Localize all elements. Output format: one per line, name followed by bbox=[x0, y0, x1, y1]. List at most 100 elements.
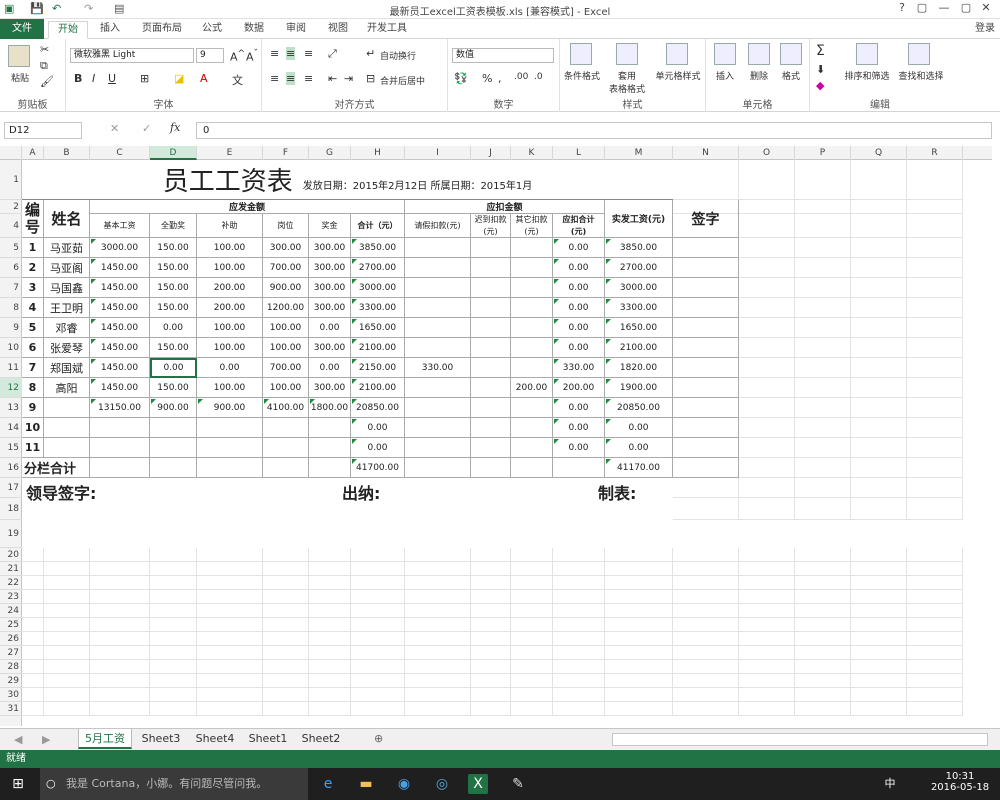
employee-name[interactable]: 郑国斌 bbox=[44, 358, 90, 378]
data-cell[interactable]: 0.00 bbox=[553, 278, 605, 298]
data-cell[interactable]: 150.00 bbox=[150, 258, 197, 278]
excel-taskbar-icon[interactable]: X bbox=[468, 774, 488, 794]
row-header-14[interactable]: 14 bbox=[0, 418, 22, 438]
data-cell[interactable] bbox=[405, 318, 471, 338]
grid-cell[interactable] bbox=[405, 674, 471, 688]
grid-cell[interactable] bbox=[553, 688, 605, 702]
data-cell[interactable]: 0.00 bbox=[553, 238, 605, 258]
bold-button[interactable]: B bbox=[74, 72, 82, 85]
row-header-19[interactable]: 19 bbox=[0, 520, 22, 548]
column-header-d[interactable]: D bbox=[150, 146, 197, 160]
employee-name[interactable]: 王卫明 bbox=[44, 298, 90, 318]
align-top-icon[interactable]: ≡ bbox=[270, 47, 279, 60]
grid-cell[interactable] bbox=[739, 238, 795, 258]
data-cell[interactable]: 3300.00 bbox=[351, 298, 405, 318]
data-cell[interactable]: 3000.00 bbox=[351, 278, 405, 298]
tab-review[interactable]: 审阅 bbox=[278, 21, 314, 39]
grid-cell[interactable] bbox=[44, 674, 90, 688]
data-cell[interactable]: 1800.00 bbox=[309, 398, 351, 418]
data-cell[interactable] bbox=[405, 238, 471, 258]
data-cell[interactable]: 3000.00 bbox=[90, 238, 150, 258]
grid-cell[interactable] bbox=[739, 604, 795, 618]
grid-cell[interactable] bbox=[795, 418, 851, 438]
grid-cell[interactable] bbox=[309, 576, 351, 590]
grid-cell[interactable] bbox=[309, 632, 351, 646]
grid-cell[interactable] bbox=[739, 160, 795, 200]
grid-cell[interactable] bbox=[553, 562, 605, 576]
currency-icon[interactable]: 💱 bbox=[454, 72, 468, 85]
sheet-tab-sheet4[interactable]: Sheet4 bbox=[190, 729, 240, 749]
subheader-7[interactable]: 迟到扣款(元) bbox=[471, 214, 511, 238]
autosum-icon[interactable]: Σ bbox=[816, 43, 825, 59]
sheet-tab-sheet3[interactable]: Sheet3 bbox=[136, 729, 186, 749]
grid-cell[interactable] bbox=[22, 646, 44, 660]
grid-cell[interactable] bbox=[22, 590, 44, 604]
subtotal-label[interactable]: 分栏合计 bbox=[22, 458, 90, 478]
data-cell[interactable]: 1450.00 bbox=[90, 298, 150, 318]
tab-developer[interactable]: 开发工具 bbox=[362, 21, 412, 39]
data-cell[interactable]: 3850.00 bbox=[351, 238, 405, 258]
data-cell[interactable]: 0.00 bbox=[351, 418, 405, 438]
grid-cell[interactable] bbox=[739, 318, 795, 338]
row-number[interactable]: 3 bbox=[22, 278, 44, 298]
data-cell[interactable]: 2150.00 bbox=[351, 358, 405, 378]
format-table-icon[interactable] bbox=[616, 43, 638, 65]
data-cell[interactable]: 100.00 bbox=[197, 378, 263, 398]
grid-cell[interactable] bbox=[739, 576, 795, 590]
grid-cell[interactable] bbox=[739, 660, 795, 674]
decrease-indent-icon[interactable]: ⇤ bbox=[328, 72, 337, 85]
format-cells-button[interactable]: 格式 bbox=[774, 69, 808, 82]
subtotal-cell[interactable] bbox=[553, 458, 605, 478]
data-cell[interactable]: 200.00 bbox=[197, 298, 263, 318]
grid-cell[interactable] bbox=[795, 478, 851, 498]
grid-cell[interactable] bbox=[309, 618, 351, 632]
grid-cell[interactable] bbox=[907, 358, 963, 378]
employee-name[interactable]: 邓睿 bbox=[44, 318, 90, 338]
grid-cell[interactable] bbox=[795, 238, 851, 258]
grid-cell[interactable] bbox=[673, 674, 739, 688]
grid-cell[interactable] bbox=[351, 660, 405, 674]
grid-cell[interactable] bbox=[22, 576, 44, 590]
grid-cell[interactable] bbox=[511, 618, 553, 632]
grid-cell[interactable] bbox=[907, 338, 963, 358]
grid-cell[interactable] bbox=[739, 214, 795, 238]
grid-cell[interactable] bbox=[150, 660, 197, 674]
grid-cell[interactable] bbox=[673, 618, 739, 632]
column-header-m[interactable]: M bbox=[605, 146, 673, 160]
grid-cell[interactable] bbox=[351, 576, 405, 590]
grid-cell[interactable] bbox=[673, 548, 739, 562]
row-header-25[interactable]: 25 bbox=[0, 618, 22, 632]
row-header-29[interactable]: 29 bbox=[0, 674, 22, 688]
grid-cell[interactable] bbox=[351, 702, 405, 716]
row-header-27[interactable]: 27 bbox=[0, 646, 22, 660]
data-cell[interactable] bbox=[511, 278, 553, 298]
align-left-icon[interactable]: ≡ bbox=[270, 72, 279, 85]
grid-cell[interactable] bbox=[851, 604, 907, 618]
sort-filter-button[interactable]: 排序和筛选 bbox=[840, 69, 894, 82]
grid-cell[interactable] bbox=[795, 258, 851, 278]
data-cell[interactable] bbox=[197, 418, 263, 438]
grid-cell[interactable] bbox=[351, 646, 405, 660]
row-header-20[interactable]: 20 bbox=[0, 548, 22, 562]
grid-cell[interactable] bbox=[907, 604, 963, 618]
employee-name[interactable] bbox=[44, 418, 90, 438]
data-cell[interactable]: 150.00 bbox=[150, 238, 197, 258]
tab-formulas[interactable]: 公式 bbox=[194, 21, 230, 39]
conditional-format-button[interactable]: 条件格式 bbox=[560, 69, 604, 82]
grid-cell[interactable] bbox=[605, 548, 673, 562]
grid-cell[interactable] bbox=[90, 674, 150, 688]
grow-font-icon[interactable]: A^ bbox=[230, 48, 245, 64]
data-cell[interactable] bbox=[405, 298, 471, 318]
grid-cell[interactable] bbox=[263, 562, 309, 576]
data-cell[interactable] bbox=[150, 418, 197, 438]
data-cell[interactable]: 1450.00 bbox=[90, 338, 150, 358]
grid-cell[interactable] bbox=[90, 702, 150, 716]
grid-cell[interactable] bbox=[851, 160, 907, 200]
grid-cell[interactable] bbox=[907, 258, 963, 278]
grid-cell[interactable] bbox=[605, 576, 673, 590]
grid-cell[interactable] bbox=[263, 618, 309, 632]
grid-cell[interactable] bbox=[90, 660, 150, 674]
grid-cell[interactable] bbox=[605, 632, 673, 646]
data-cell[interactable] bbox=[511, 318, 553, 338]
grid-cell[interactable] bbox=[907, 702, 963, 716]
